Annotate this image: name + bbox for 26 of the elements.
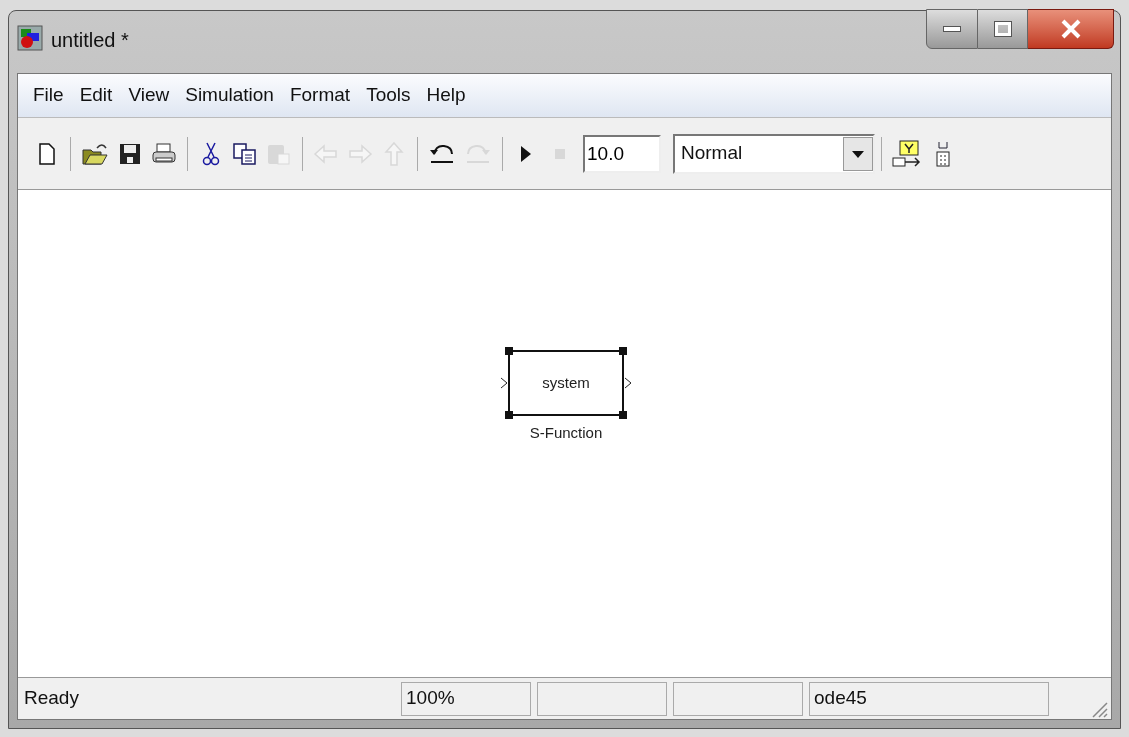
simulation-mode-dropdown[interactable]: Normal xyxy=(673,133,875,174)
menu-item[interactable]: Help xyxy=(419,81,473,110)
zoom-level-pane: 100% xyxy=(401,681,531,716)
close-button[interactable] xyxy=(1028,9,1114,49)
app-icon xyxy=(17,25,43,51)
selection-handle[interactable] xyxy=(619,411,627,419)
selection-handle[interactable] xyxy=(505,411,513,419)
menu-item[interactable]: Format xyxy=(282,81,358,110)
block-label: S-Function xyxy=(529,423,603,443)
selection-handle[interactable] xyxy=(619,347,627,355)
output-port-icon xyxy=(624,377,632,389)
close-icon[interactable] xyxy=(1059,19,1082,39)
maximize-button[interactable] xyxy=(978,9,1028,49)
solver-pane: ode45 xyxy=(809,681,1049,716)
selection-handle[interactable] xyxy=(505,347,513,355)
menu-item[interactable]: Simulation xyxy=(178,81,281,110)
s-function-block[interactable]: system xyxy=(508,350,624,416)
window-title: untitled * xyxy=(51,28,129,53)
status-text: Ready xyxy=(23,686,80,711)
menu-item[interactable]: File xyxy=(26,81,71,110)
menu-item[interactable]: View xyxy=(121,81,177,110)
menu-item[interactable]: Tools xyxy=(359,81,418,110)
minimize-button[interactable] xyxy=(926,9,978,49)
menu-item[interactable]: Edit xyxy=(72,81,120,110)
input-port-icon xyxy=(500,377,508,389)
stop-time-field[interactable]: 10.0 xyxy=(583,134,661,173)
